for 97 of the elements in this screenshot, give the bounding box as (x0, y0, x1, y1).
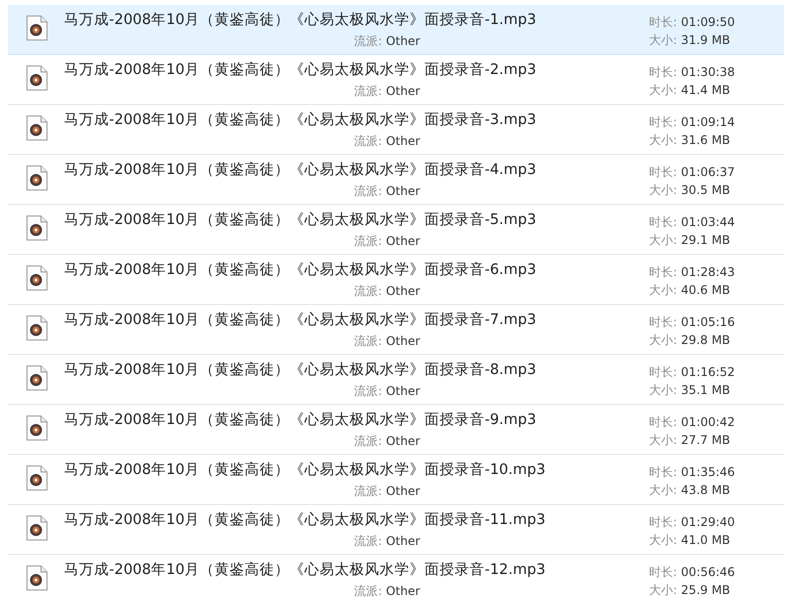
audio-file-icon (26, 215, 48, 241)
duration-value: 01:09:14 (681, 114, 735, 131)
size-label: 大小: (649, 582, 678, 599)
genre-value: Other (386, 133, 420, 150)
size-value: 25.9 MB (681, 582, 730, 599)
file-name: 马万成-2008年10月（黄鉴高徒）《心易太极风水学》面授录音-9.mp3 (64, 410, 538, 430)
duration-value: 01:06:37 (681, 164, 735, 181)
duration-value: 01:00:42 (681, 414, 735, 431)
duration-value: 01:09:50 (681, 14, 735, 31)
size-value: 41.0 MB (681, 532, 730, 549)
genre-value: Other (386, 583, 420, 600)
size-value: 43.8 MB (681, 482, 730, 499)
audio-file-icon (26, 565, 48, 591)
file-name: 马万成-2008年10月（黄鉴高徒）《心易太极风水学》面授录音-10.mp3 (64, 460, 546, 480)
size-label: 大小: (649, 32, 678, 49)
file-name: 马万成-2008年10月（黄鉴高徒）《心易太极风水学》面授录音-11.mp3 (64, 510, 546, 530)
audio-file-icon (26, 515, 48, 541)
genre-label: 流派: (354, 283, 382, 300)
file-name: 马万成-2008年10月（黄鉴高徒）《心易太极风水学》面授录音-8.mp3 (64, 360, 538, 380)
audio-file-icon (26, 465, 48, 491)
audio-file-icon (26, 165, 48, 191)
audio-file-icon (26, 65, 48, 91)
file-name: 马万成-2008年10月（黄鉴高徒）《心易太极风水学》面授录音-6.mp3 (64, 260, 538, 280)
genre-label: 流派: (354, 133, 382, 150)
duration-label: 时长: (649, 364, 678, 381)
size-label: 大小: (649, 282, 678, 299)
file-name: 马万成-2008年10月（黄鉴高徒）《心易太极风水学》面授录音-7.mp3 (64, 310, 538, 330)
file-name: 马万成-2008年10月（黄鉴高徒）《心易太极风水学》面授录音-4.mp3 (64, 160, 538, 180)
file-name: 马万成-2008年10月（黄鉴高徒）《心易太极风水学》面授录音-2.mp3 (64, 60, 538, 80)
audio-file-icon (26, 265, 48, 291)
duration-value: 01:16:52 (681, 364, 735, 381)
genre-label: 流派: (354, 33, 382, 50)
genre-value: Other (386, 183, 420, 200)
genre-label: 流派: (354, 183, 382, 200)
genre-value: Other (386, 483, 420, 500)
size-value: 30.5 MB (681, 182, 730, 199)
genre-label: 流派: (354, 333, 382, 350)
size-label: 大小: (649, 482, 678, 499)
genre-label: 流派: (354, 233, 382, 250)
audio-file-icon (26, 365, 48, 391)
duration-label: 时长: (649, 514, 678, 531)
genre-label: 流派: (354, 83, 382, 100)
genre-value: Other (386, 383, 420, 400)
size-value: 35.1 MB (681, 382, 730, 399)
duration-label: 时长: (649, 464, 678, 481)
genre-value: Other (386, 233, 420, 250)
duration-label: 时长: (649, 164, 678, 181)
duration-value: 00:56:46 (681, 564, 735, 581)
genre-value: Other (386, 533, 420, 550)
size-value: 41.4 MB (681, 82, 730, 99)
genre-label: 流派: (354, 483, 382, 500)
genre-value: Other (386, 283, 420, 300)
genre-label: 流派: (354, 433, 382, 450)
duration-label: 时长: (649, 564, 678, 581)
size-label: 大小: (649, 532, 678, 549)
size-label: 大小: (649, 332, 678, 349)
audio-file-icon (26, 15, 48, 41)
file-name: 马万成-2008年10月（黄鉴高徒）《心易太极风水学》面授录音-5.mp3 (64, 210, 538, 230)
size-value: 31.6 MB (681, 132, 730, 149)
size-value: 31.9 MB (681, 32, 730, 49)
file-name: 马万成-2008年10月（黄鉴高徒）《心易太极风水学》面授录音-3.mp3 (64, 110, 538, 130)
duration-value: 01:05:16 (681, 314, 735, 331)
genre-label: 流派: (354, 583, 382, 600)
size-label: 大小: (649, 432, 678, 449)
audio-file-icon (26, 315, 48, 341)
file-name: 马万成-2008年10月（黄鉴高徒）《心易太极风水学》面授录音-1.mp3 (64, 10, 538, 30)
duration-label: 时长: (649, 414, 678, 431)
size-value: 27.7 MB (681, 432, 730, 449)
file-row[interactable]: 马万成-2008年10月（黄鉴高徒）《心易太极风水学》面授录音-1.mp3 流派: Other 时长: 01:09:50 大小: 31.9 MB (8, 5, 784, 55)
size-label: 大小: (649, 132, 678, 149)
duration-value: 01:35:46 (681, 464, 735, 481)
audio-file-icon (26, 415, 48, 441)
audio-file-icon (26, 115, 48, 141)
duration-label: 时长: (649, 114, 678, 131)
genre-value: Other (386, 83, 420, 100)
duration-label: 时长: (649, 64, 678, 81)
duration-value: 01:28:43 (681, 264, 735, 281)
genre-label: 流派: (354, 533, 382, 550)
genre-value: Other (386, 33, 420, 50)
size-label: 大小: (649, 382, 678, 399)
duration-label: 时长: (649, 214, 678, 231)
size-value: 40.6 MB (681, 282, 730, 299)
duration-value: 01:03:44 (681, 214, 735, 231)
duration-label: 时长: (649, 14, 678, 31)
file-name: 马万成-2008年10月（黄鉴高徒）《心易太极风水学》面授录音-12.mp3 (64, 560, 546, 580)
duration-label: 时长: (649, 314, 678, 331)
size-label: 大小: (649, 182, 678, 199)
duration-value: 01:29:40 (681, 514, 735, 531)
duration-label: 时长: (649, 264, 678, 281)
size-value: 29.8 MB (681, 332, 730, 349)
size-label: 大小: (649, 82, 678, 99)
duration-value: 01:30:38 (681, 64, 735, 81)
size-label: 大小: (649, 232, 678, 249)
genre-value: Other (386, 433, 420, 450)
genre-value: Other (386, 333, 420, 350)
genre-label: 流派: (354, 383, 382, 400)
size-value: 29.1 MB (681, 232, 730, 249)
